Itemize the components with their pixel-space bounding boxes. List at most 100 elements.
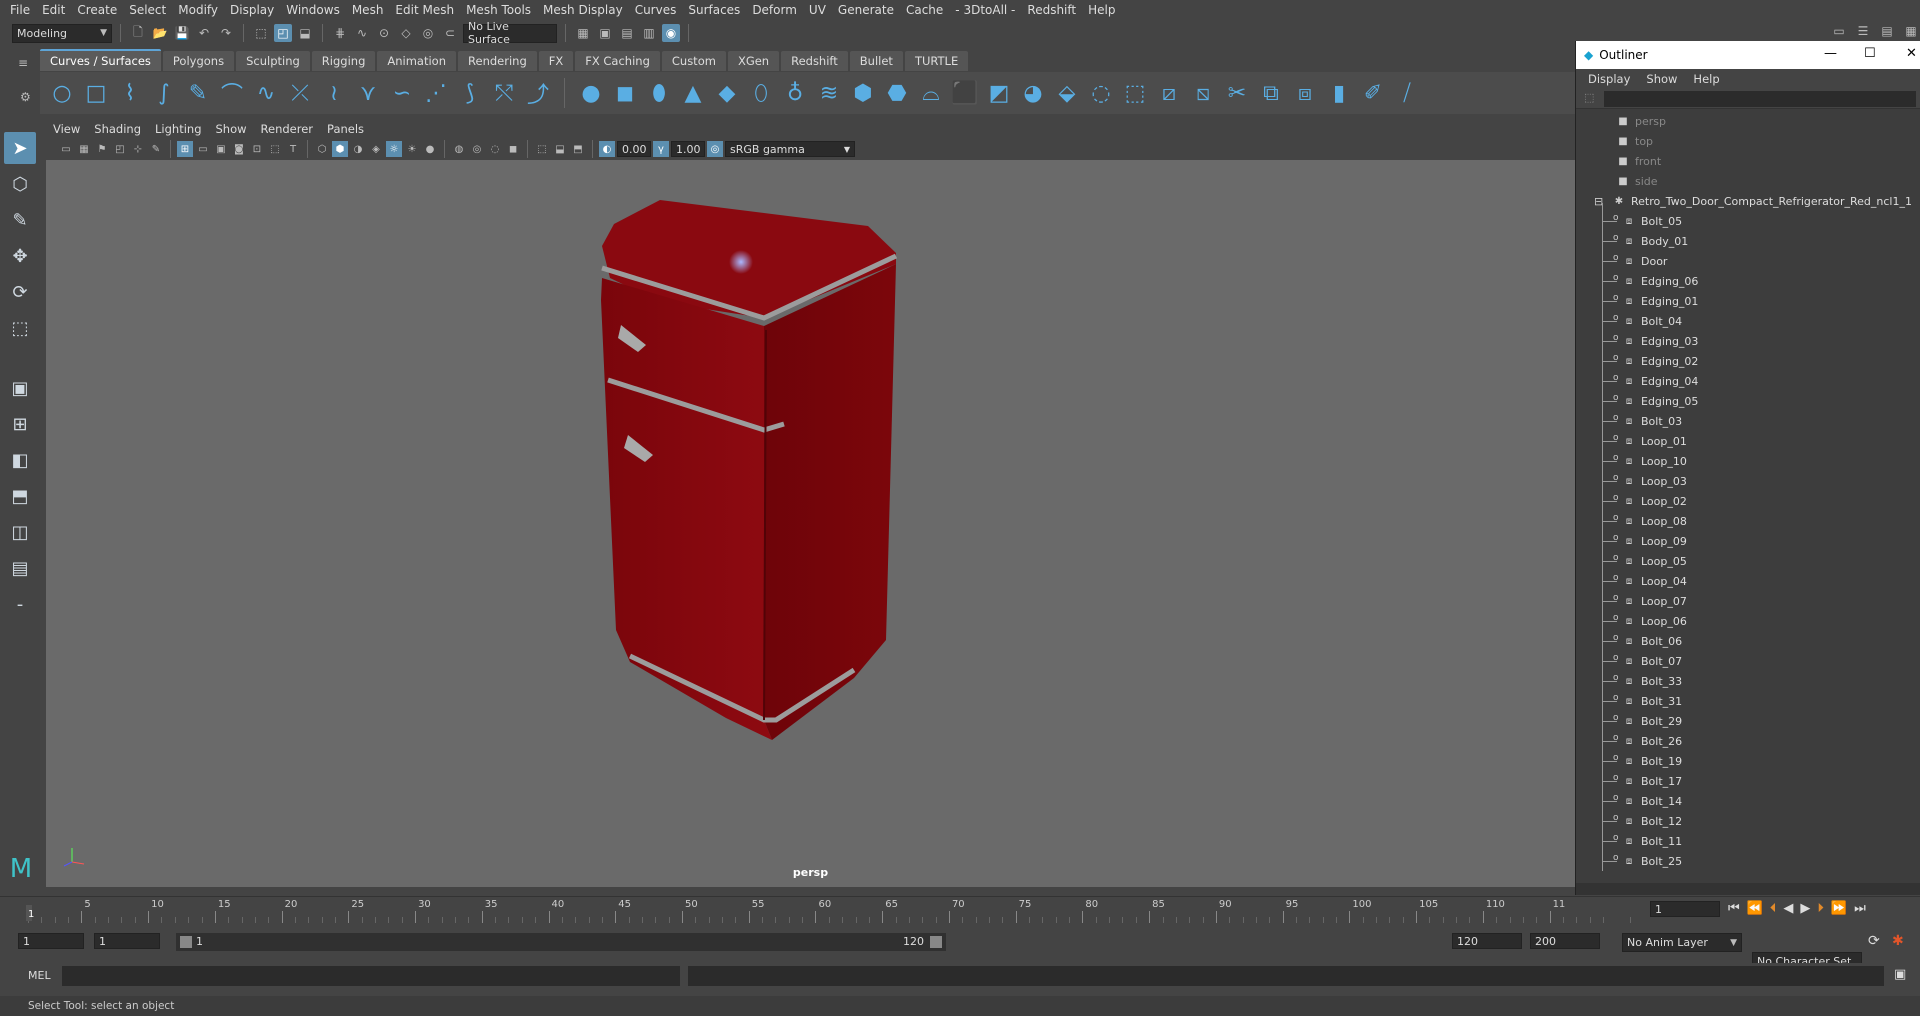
menu-generate[interactable]: Generate [832,3,900,17]
outliner-search-input[interactable] [1604,91,1916,107]
outliner-item[interactable]: ⧈ Loop_02 o [1576,491,1920,511]
shelf-tab-rigging[interactable]: Rigging [311,51,376,71]
outliner-item[interactable]: ⧈ Body_01 o [1576,231,1920,251]
viewport-menu-show[interactable]: Show [209,122,254,136]
field-chart-icon[interactable]: ⊡ [249,141,265,157]
grid-icon[interactable]: ⊞ [177,141,193,157]
menu-set-dropdown[interactable]: Modeling ▼ [12,23,112,43]
menu-curves[interactable]: Curves [629,3,683,17]
shelf-tab-bullet[interactable]: Bullet [849,51,903,71]
range-start-handle[interactable] [180,936,192,948]
cv-curve-icon[interactable]: ⌇ [116,79,144,107]
revolve-icon[interactable]: ♁ [781,79,809,107]
menu-modify[interactable]: Modify [172,3,224,17]
arc-icon[interactable]: ∿ [252,79,280,107]
outliner-item[interactable]: ⧈ Loop_04 o [1576,571,1920,591]
render-view-icon[interactable]: ▣ [596,24,614,42]
pencil-curve-icon[interactable]: ✎ [184,79,212,107]
outliner-item[interactable]: ⧈ Edging_01 o [1576,291,1920,311]
snap-grid-icon[interactable]: ⋕ [331,24,349,42]
depth-of-field-icon[interactable]: ◌ [487,141,503,157]
stitch-icon[interactable]: ⧸ [1393,79,1421,107]
shelf-tab-polygons[interactable]: Polygons [162,51,235,71]
close-icon[interactable]: ✕ [1906,46,1917,61]
align-surface-icon[interactable]: ⧉ [1257,79,1285,107]
viewport-menu-panels[interactable]: Panels [320,122,371,136]
select-hierarchy-icon[interactable]: ⬚ [252,24,270,42]
planar-icon[interactable]: ⬢ [849,79,877,107]
viewport-menu-lighting[interactable]: Lighting [148,122,208,136]
menu-select[interactable]: Select [123,3,172,17]
outliner-item-group[interactable]: ⊟ ✱ Retro_Two_Door_Compact_Refrigerator_Re… [1576,191,1920,211]
bezier-curve-icon[interactable]: ⌒ [218,79,246,108]
film-gate-icon[interactable]: ▭ [195,141,211,157]
move-tool-icon[interactable]: ✥ [4,240,36,272]
snap-point-icon[interactable]: ⊙ [375,24,393,42]
outliner-item[interactable]: ⧈ Bolt_29 o [1576,711,1920,731]
select-object-icon[interactable]: ◰ [274,24,292,42]
nurbs-sphere-icon[interactable]: ● [577,79,605,107]
shelf-tab-redshift[interactable]: Redshift [781,51,848,71]
ipr-render-icon[interactable]: ▤ [618,24,636,42]
untrim-icon[interactable]: ⧄ [1155,79,1183,107]
snap-surface-icon[interactable]: ◎ [419,24,437,42]
menu-display[interactable]: Display [224,3,280,17]
outliner-item[interactable]: ⧈ Bolt_04 o [1576,311,1920,331]
menu-deform[interactable]: Deform [746,3,803,17]
birail-icon[interactable]: ⌓ [917,79,945,107]
anim-layer-dropdown[interactable]: No Anim Layer ▼ [1622,933,1742,952]
boundary-icon[interactable]: ⬛ [951,79,979,107]
shelf-tab-xgen[interactable]: XGen [727,51,780,71]
detach-curve-icon[interactable]: ≀ [320,79,348,107]
anti-aliasing-icon[interactable]: ◎ [469,141,485,157]
outliner-item[interactable]: ⧈ Edging_06 o [1576,271,1920,291]
menu-help[interactable]: Help [1082,3,1121,17]
exposure-icon[interactable]: ◐ [599,141,615,157]
resolution-gate-icon[interactable]: ▣ [213,141,229,157]
playback-start-field[interactable]: 1 [94,933,160,949]
attribute-editor-icon[interactable]: ▤ [1878,22,1896,40]
reverse-curve-icon[interactable]: ⤲ [490,79,518,107]
maximize-icon[interactable]: ☐ [1864,46,1876,61]
range-end-handle[interactable] [930,936,942,948]
shelf-tab-curves-surfaces[interactable]: Curves / Surfaces [40,49,161,71]
shelf-tab-fx[interactable]: FX [538,51,574,71]
outliner-item[interactable]: ⧈ Bolt_25 o [1576,851,1920,871]
outliner-item[interactable]: ⧈ Bolt_12 o [1576,811,1920,831]
trim-icon[interactable]: ⬚ [1121,79,1149,107]
outliner-item-camera[interactable]: ■ top [1576,131,1920,151]
menu-mesh-tools[interactable]: Mesh Tools [460,3,537,17]
wireframe-icon[interactable]: ⬡ [314,141,330,157]
outliner-item[interactable]: ⧈ Bolt_07 o [1576,651,1920,671]
menu-uv[interactable]: UV [803,3,832,17]
menu-mesh-display[interactable]: Mesh Display [537,3,629,17]
live-surface-field[interactable]: No Live Surface [463,20,557,46]
bevel-icon[interactable]: ◕ [1019,79,1047,107]
nurbs-cylinder-icon[interactable]: ⬮ [645,79,673,107]
outliner-item[interactable]: ⧈ Loop_01 o [1576,431,1920,451]
step-back-frame-icon[interactable]: ⏴ [1770,901,1777,916]
menu-3dtoall[interactable]: - 3DtoAll - [949,3,1021,17]
camera-attributes-icon[interactable]: ▦ [76,141,92,157]
exposure-field[interactable]: 0.00 [617,141,651,157]
outliner-item-camera[interactable]: ■ persp [1576,111,1920,131]
outliner-item[interactable]: ⧈ Edging_02 o [1576,351,1920,371]
smooth-shade-icon[interactable]: ⬢ [332,141,348,157]
lasso-tool-icon[interactable]: ⬡ [4,168,36,200]
four-view-icon[interactable]: ⊞ [4,408,36,440]
shelf-tab-custom[interactable]: Custom [661,51,726,71]
nurbs-cone-icon[interactable]: ▲ [679,79,707,107]
safe-title-icon[interactable]: T [285,141,301,157]
filter-icon[interactable]: ⬚ [1584,91,1594,104]
outliner-item[interactable]: ⧈ Loop_10 o [1576,451,1920,471]
outliner-item[interactable]: ⧈ Loop_03 o [1576,471,1920,491]
nurbs-circle-icon[interactable]: ○ [48,79,76,107]
anim-prefs-icon[interactable]: ⟳ [1868,933,1880,949]
playback-end-field[interactable]: 120 [1452,933,1522,949]
outliner-item-camera[interactable]: ■ front [1576,151,1920,171]
outliner-item[interactable]: ⧈ Loop_09 o [1576,531,1920,551]
step-forward-frame-icon[interactable]: ⏵ [1817,901,1824,916]
ambient-occlusion-icon[interactable]: ● [422,141,438,157]
snap-view-plane-icon[interactable]: ◇ [397,24,415,42]
scale-tool-icon[interactable]: ⬚ [4,312,36,344]
